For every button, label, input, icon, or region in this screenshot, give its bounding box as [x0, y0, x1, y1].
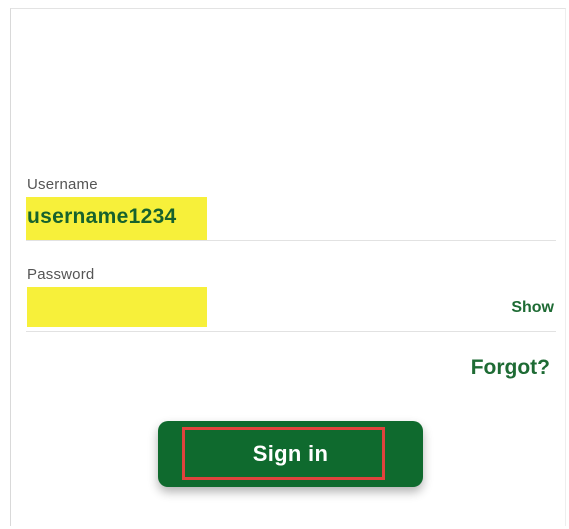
sign-in-button[interactable]: Sign in — [158, 421, 423, 487]
forgot-password-link[interactable]: Forgot? — [471, 356, 550, 380]
password-label: Password — [27, 266, 95, 283]
show-password-button[interactable]: Show — [511, 299, 554, 317]
password-input[interactable] — [27, 287, 207, 327]
username-input[interactable]: username1234 — [27, 205, 177, 229]
password-underline — [26, 331, 556, 332]
username-label: Username — [27, 176, 98, 193]
sign-in-label: Sign in — [252, 441, 329, 466]
username-underline — [26, 240, 556, 241]
